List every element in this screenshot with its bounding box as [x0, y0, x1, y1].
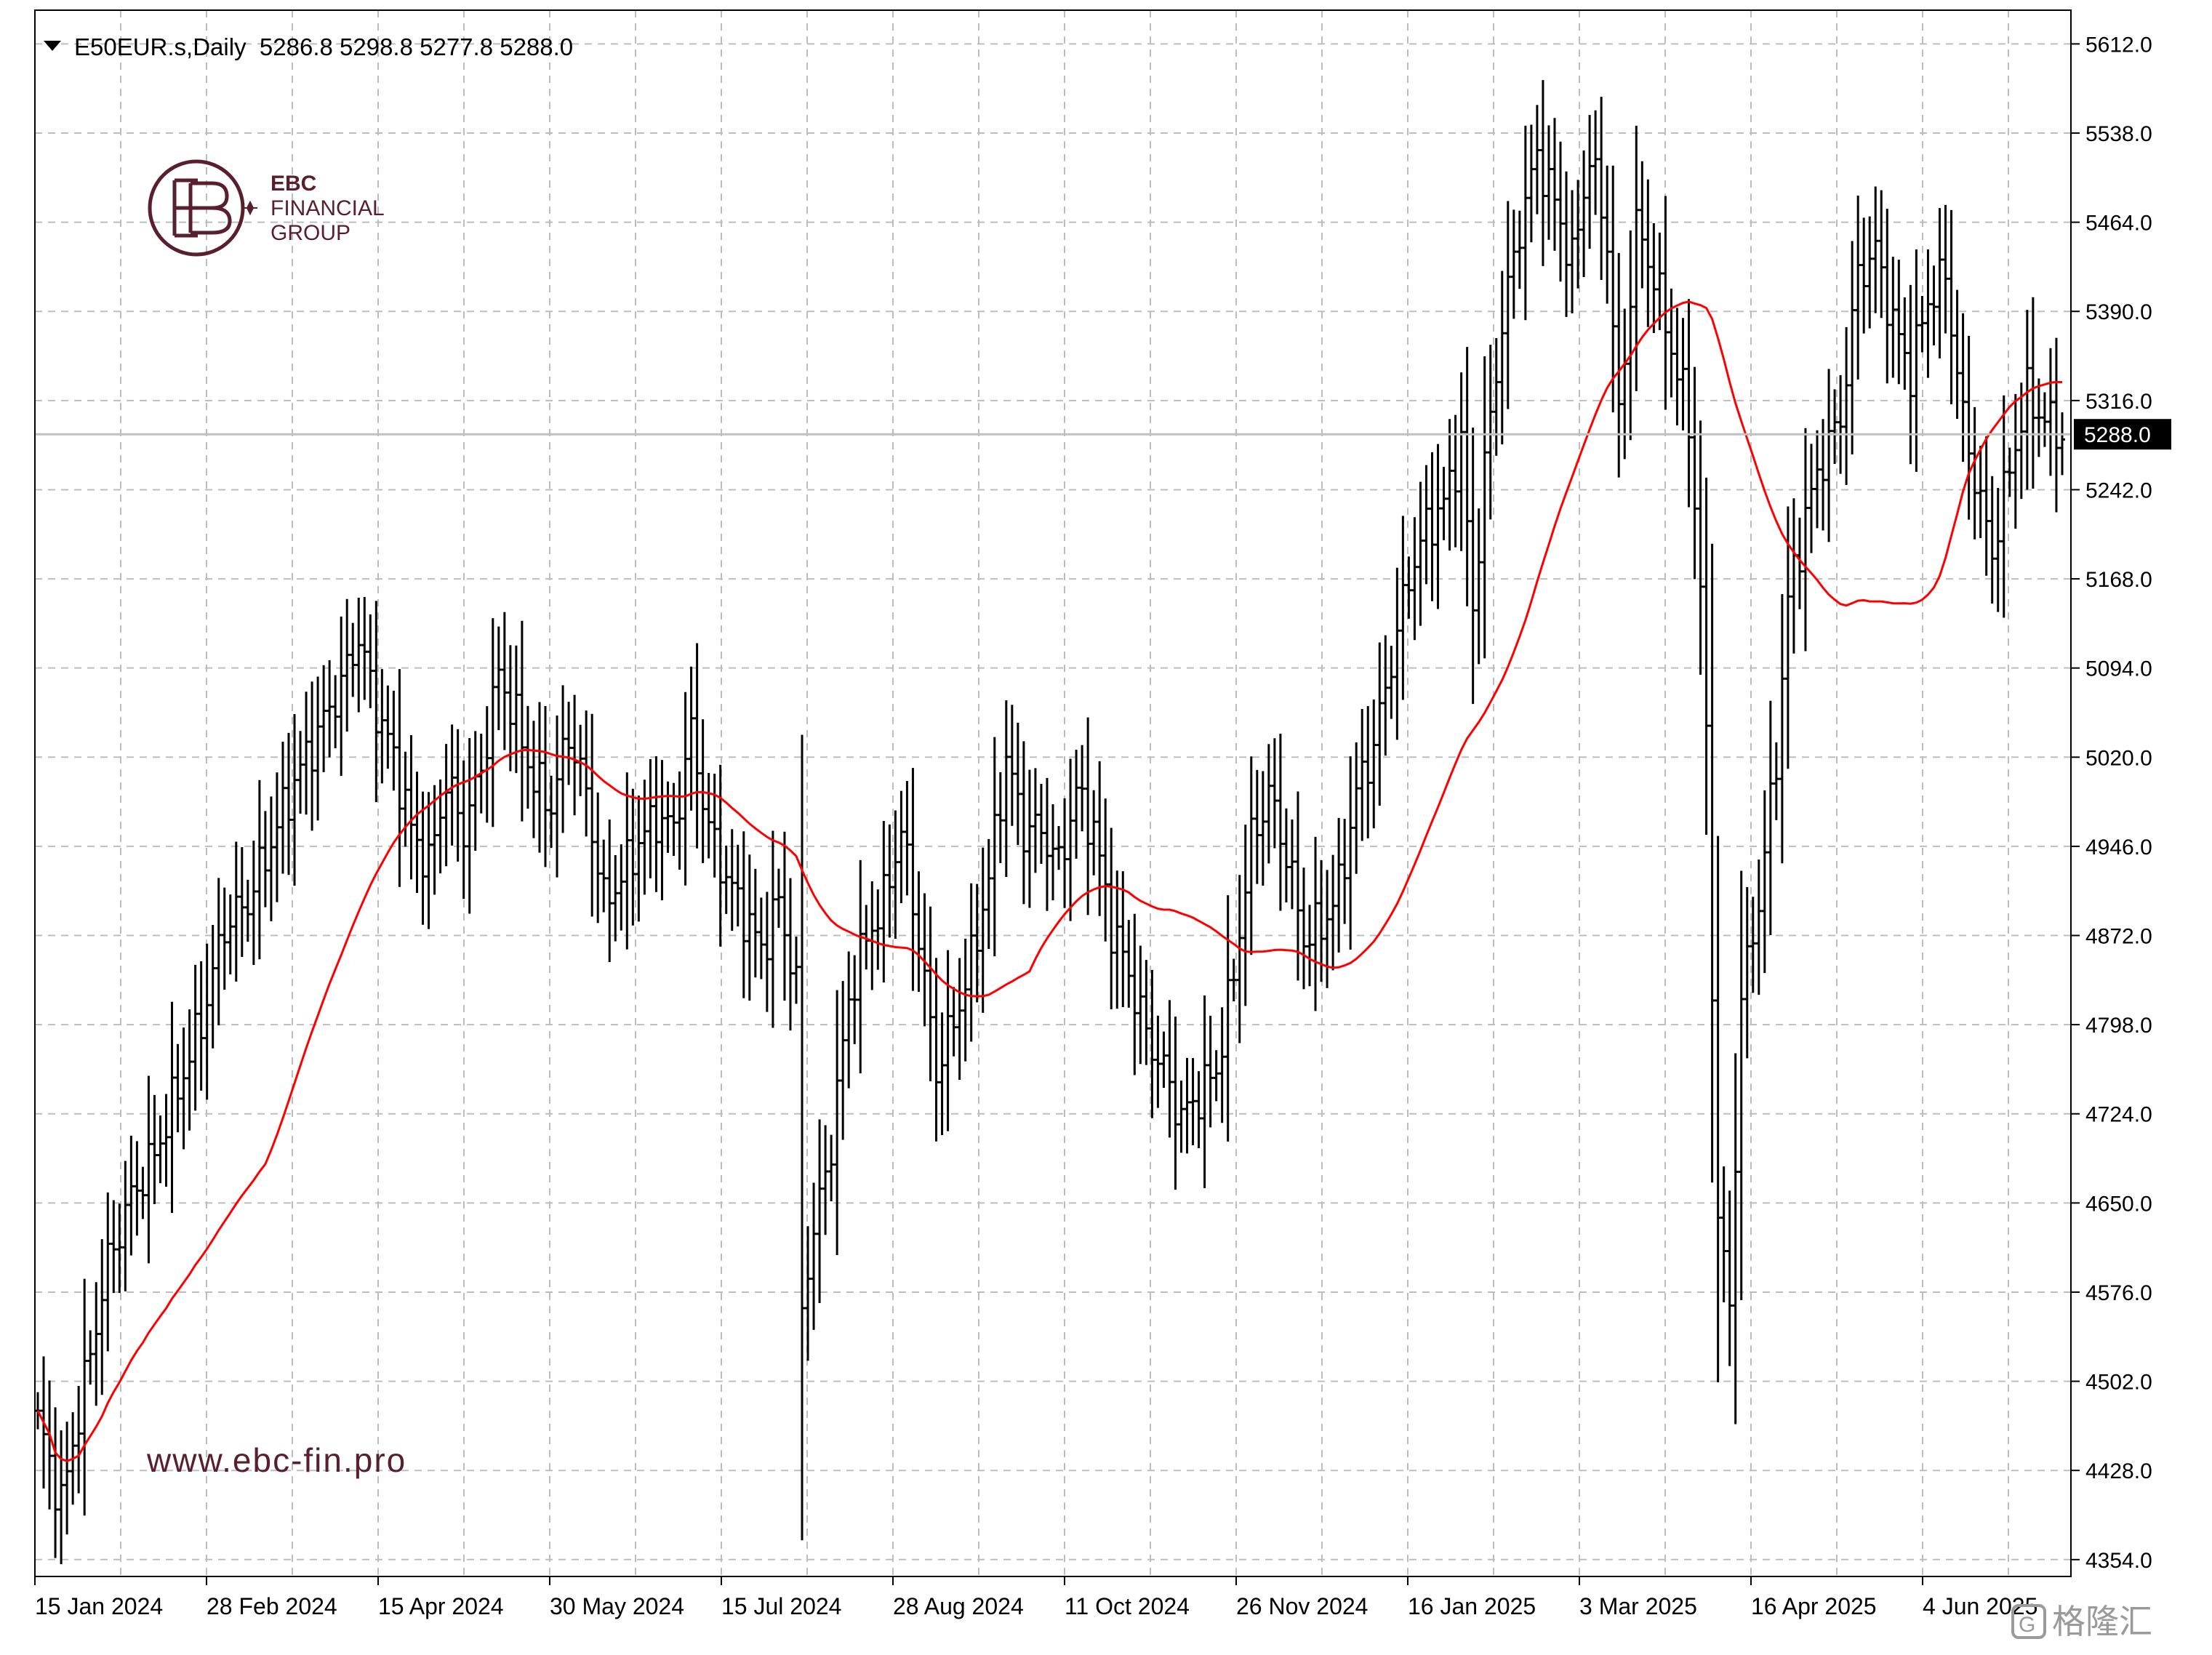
x-tick-label: 15 Apr 2024: [378, 1593, 504, 1619]
x-tick-label: 3 Mar 2025: [1579, 1593, 1697, 1619]
y-tick-label: 4724.0: [2085, 1103, 2152, 1127]
y-tick-label: 4502.0: [2085, 1371, 2152, 1395]
brand-url: www.ebc-fin.pro: [146, 1441, 406, 1479]
y-tick-label: 5612.0: [2085, 33, 2152, 57]
current-price-label: 5288.0: [2084, 423, 2151, 447]
price-chart: 5612.0 5538.0 5464.0 5390.0 5316.0 5242.0 5168…: [0, 0, 2212, 1651]
x-tick-label: 30 May 2024: [550, 1593, 684, 1619]
y-tick-label: 5390.0: [2085, 300, 2152, 324]
y-tick-label: 5094.0: [2085, 657, 2152, 681]
brand-line-1: EBC: [271, 172, 316, 196]
y-tick-label: 4428.0: [2085, 1459, 2152, 1483]
x-tick-label: 11 Oct 2024: [1065, 1593, 1190, 1619]
symbol-info: E50EUR.s,Daily 5286.8 5298.8 5277.8 5288…: [74, 33, 573, 60]
y-tick-label: 4650.0: [2085, 1192, 2152, 1216]
chart-container: 5612.0 5538.0 5464.0 5390.0 5316.0 5242.0 5168…: [0, 0, 2212, 1651]
y-tick-label: 4798.0: [2085, 1014, 2152, 1038]
y-tick-label: 5020.0: [2085, 746, 2152, 770]
x-tick-label: 28 Aug 2024: [893, 1593, 1024, 1619]
brand-line-3: GROUP: [271, 221, 350, 245]
y-tick-label: 5316.0: [2085, 390, 2152, 414]
x-tick-label: 16 Apr 2025: [1751, 1593, 1877, 1619]
y-tick-label: 5538.0: [2085, 122, 2152, 146]
x-tick-label: 15 Jan 2024: [35, 1593, 163, 1619]
x-tick-label: 16 Jan 2025: [1408, 1593, 1536, 1619]
watermark-text: 格隆汇: [2052, 1603, 2152, 1640]
x-tick-label: 28 Feb 2024: [207, 1593, 337, 1619]
y-tick-label: 4354.0: [2085, 1549, 2152, 1573]
brand-line-2: FINANCIAL: [271, 196, 385, 220]
x-tick-label: 26 Nov 2024: [1236, 1593, 1368, 1619]
y-tick-label: 5464.0: [2085, 212, 2152, 236]
y-tick-label: 5242.0: [2085, 478, 2152, 502]
watermark-glyph: G: [2019, 1613, 2035, 1637]
y-tick-label: 4872.0: [2085, 925, 2152, 949]
symbol-header[interactable]: E50EUR.s,Daily 5286.8 5298.8 5277.8 5288…: [44, 33, 573, 60]
current-price-marker: 5288.0: [2074, 419, 2171, 450]
x-tick-label: 15 Jul 2024: [721, 1593, 841, 1619]
y-tick-label: 4946.0: [2085, 835, 2152, 859]
y-tick-label: 4576.0: [2085, 1281, 2152, 1305]
y-tick-label: 5168.0: [2085, 568, 2152, 592]
